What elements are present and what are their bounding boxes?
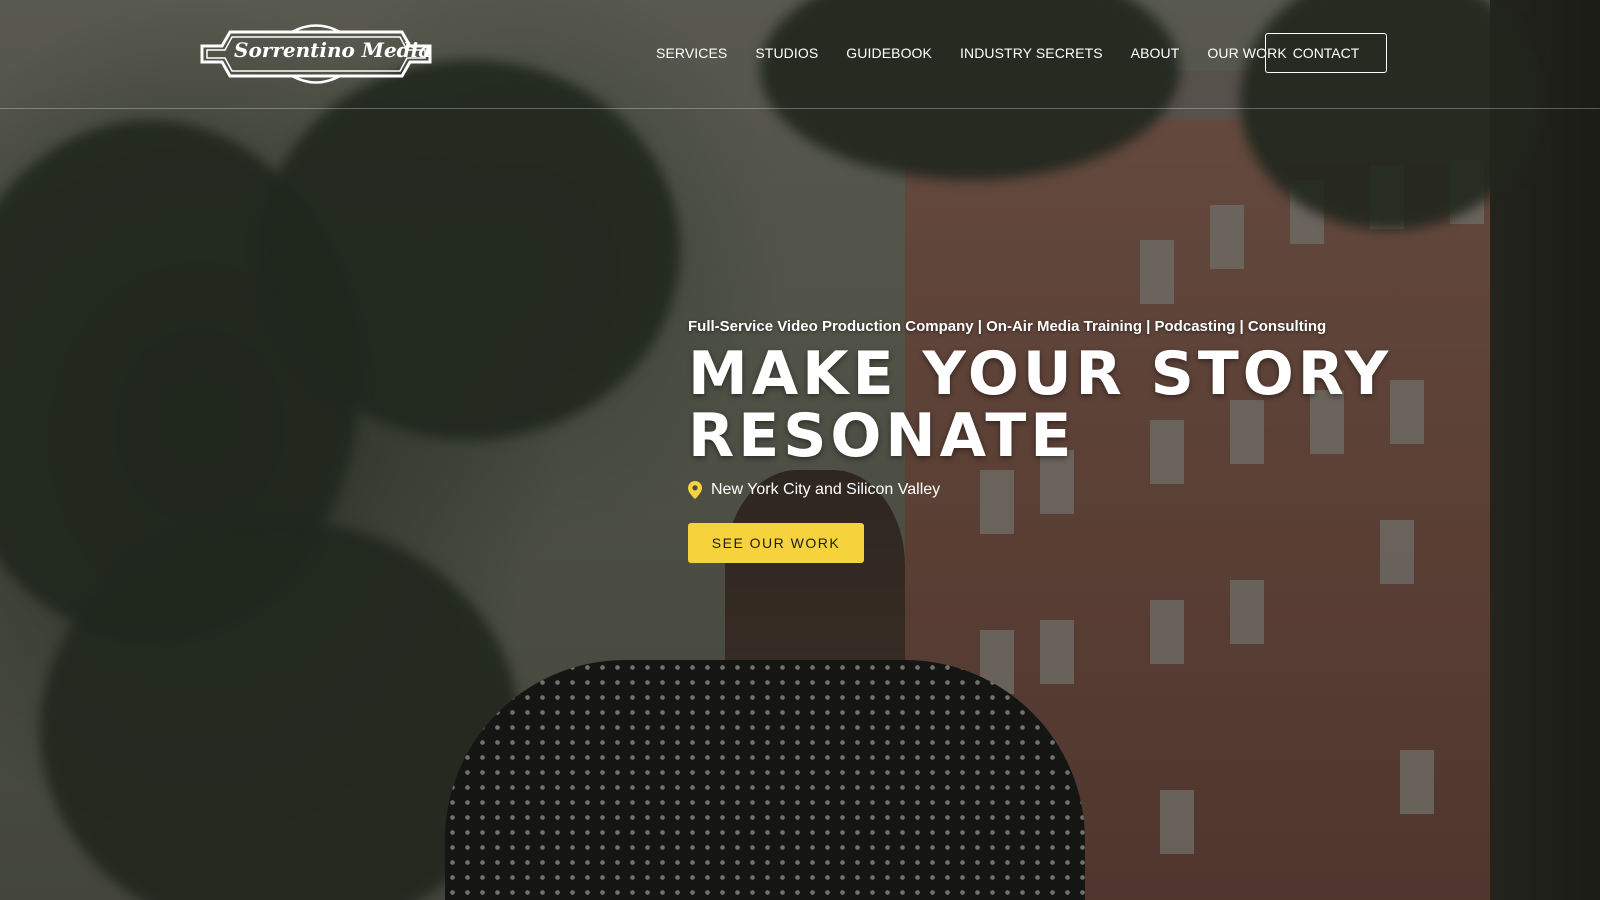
see-our-work-button[interactable]: SEE OUR WORK — [688, 523, 864, 563]
nav-item-services[interactable]: SERVICES — [656, 45, 727, 61]
nav-item-about[interactable]: ABOUT — [1131, 45, 1180, 61]
nav-item-studios[interactable]: STUDIOS — [755, 45, 818, 61]
nav-item-guidebook[interactable]: GUIDEBOOK — [846, 45, 932, 61]
hero-title-line-1: MAKE YOUR STORY — [688, 339, 1393, 409]
hero-title-line-2: RESONATE — [688, 401, 1076, 471]
page: Sorrentino Media SERVICES STUDIOS GUIDEB… — [0, 0, 1600, 900]
main-nav: SERVICES STUDIOS GUIDEBOOK INDUSTRY SECR… — [656, 33, 1315, 73]
hero-title: MAKE YOUR STORY RESONATE — [688, 343, 1568, 467]
site-header: Sorrentino Media SERVICES STUDIOS GUIDEB… — [0, 0, 1600, 109]
hero-section: Full-Service Video Production Company | … — [688, 318, 1568, 563]
hero-subtitle: Full-Service Video Production Company | … — [688, 318, 1327, 335]
location-line: New York City and Silicon Valley — [688, 481, 1568, 499]
location-text: New York City and Silicon Valley — [711, 481, 941, 498]
site-logo[interactable]: Sorrentino Media — [200, 18, 432, 90]
map-pin-icon — [688, 481, 702, 499]
nav-item-industry-secrets[interactable]: INDUSTRY SECRETS — [960, 45, 1103, 61]
logo-text: Sorrentino Media — [234, 38, 432, 62]
contact-button[interactable]: CONTACT — [1265, 33, 1387, 73]
